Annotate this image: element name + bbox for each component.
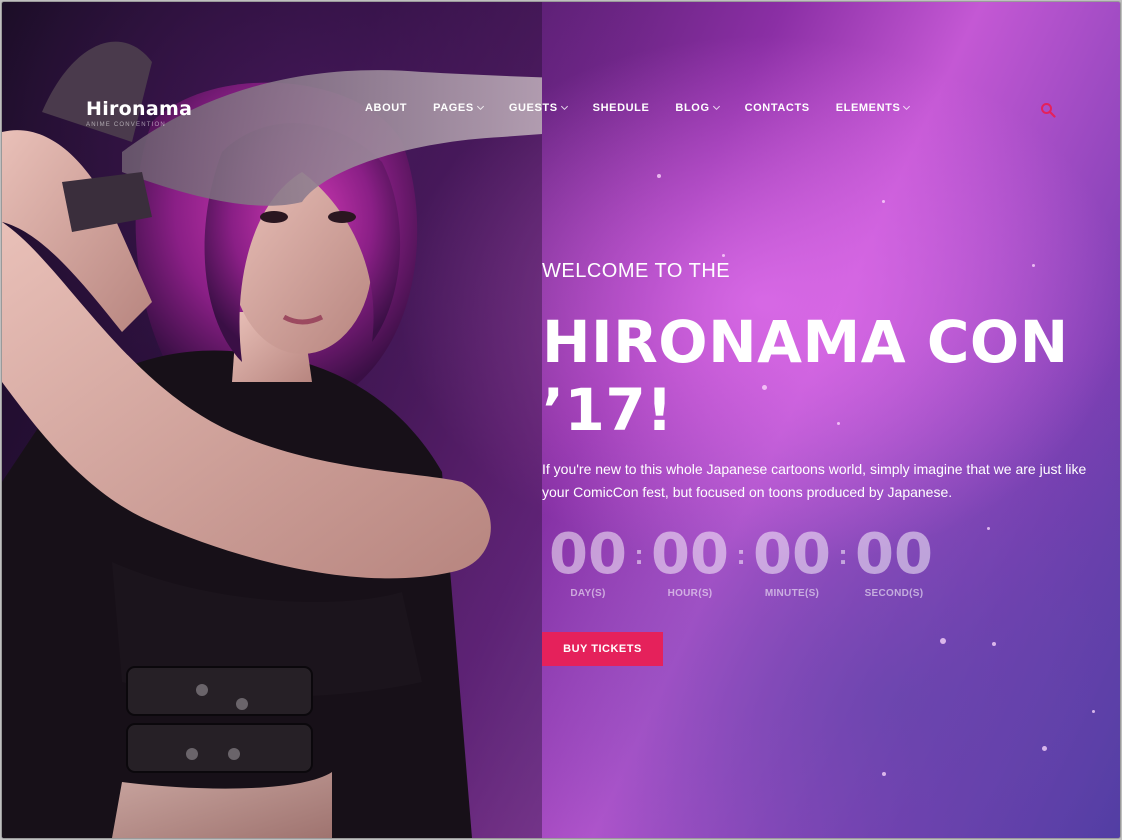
nav-item-label: ELEMENTS	[835, 102, 901, 114]
countdown-separator: :	[736, 539, 746, 570]
sparkle	[1042, 746, 1047, 751]
sparkle	[722, 254, 725, 257]
main-nav: ABOUT PAGES GUESTS SHEDULE BLOG CONTACTS…	[365, 102, 911, 114]
countdown-label: MINUTE(S)	[764, 588, 820, 599]
nav-item-elements[interactable]: ELEMENTS	[835, 102, 911, 114]
buy-tickets-button[interactable]: BUY TICKETS	[542, 632, 663, 666]
nav-item-contacts[interactable]: CONTACTS	[745, 102, 810, 114]
nav-item-label: ABOUT	[365, 102, 408, 114]
countdown-timer: 00 DAY(S) : 00 HOUR(S) : 00 MINUTE(S) : …	[542, 522, 940, 600]
sparkle	[657, 174, 661, 178]
hero-title-line2: ’17!	[542, 376, 674, 444]
hero-description: If you're new to this whole Japanese car…	[542, 461, 1087, 500]
countdown-value: 00	[651, 522, 729, 587]
hero-eyebrow: WELCOME TO THE	[542, 260, 731, 282]
nav-item-pages[interactable]: PAGES	[433, 102, 484, 114]
sparkle	[882, 772, 886, 776]
nav-item-shedule[interactable]: SHEDULE	[593, 102, 650, 114]
sparkle	[882, 200, 885, 203]
countdown-days: 00 DAY(S)	[542, 522, 634, 600]
sparkle	[987, 527, 990, 530]
countdown-value: 00	[855, 522, 933, 587]
brand-name: Hironama	[86, 98, 193, 120]
nav-item-about[interactable]: ABOUT	[365, 102, 407, 114]
hero-title-line1: HIRONAMA CON	[542, 308, 1069, 376]
sparkle	[992, 642, 996, 646]
nav-item-label: GUESTS	[508, 102, 558, 114]
nav-item-label: PAGES	[433, 102, 474, 114]
sparkle	[1032, 264, 1035, 267]
hero-section: Hironama ANIME CONVENTION ABOUT PAGES GU…	[1, 1, 1121, 839]
countdown-value: 00	[753, 522, 831, 587]
sparkle	[1092, 710, 1095, 713]
countdown-separator: :	[634, 539, 644, 570]
nav-item-label: SHEDULE	[592, 102, 650, 114]
nav-item-label: BLOG	[675, 102, 710, 114]
nav-item-label: CONTACTS	[744, 102, 810, 114]
hero-title: HIRONAMA CON ’17!	[542, 308, 1082, 444]
countdown-label: HOUR(S)	[667, 588, 713, 599]
hero-character-image	[2, 2, 542, 838]
nav-item-guests[interactable]: GUESTS	[508, 102, 568, 114]
countdown-minutes: 00 MINUTE(S)	[746, 522, 838, 600]
sparkle	[940, 638, 946, 644]
countdown-separator: :	[838, 539, 848, 570]
search-icon[interactable]	[1040, 102, 1056, 118]
chevron-down-icon	[560, 102, 568, 111]
chevron-down-icon	[476, 102, 484, 111]
countdown-seconds: 00 SECOND(S)	[848, 522, 940, 600]
countdown-label: SECOND(S)	[864, 588, 924, 599]
countdown-label: DAY(S)	[570, 588, 606, 599]
brand-tagline: ANIME CONVENTION	[86, 122, 166, 128]
countdown-value: 00	[549, 522, 627, 587]
chevron-down-icon	[903, 102, 911, 111]
chevron-down-icon	[712, 102, 720, 111]
countdown-hours: 00 HOUR(S)	[644, 522, 736, 600]
brand-logo[interactable]: Hironama ANIME CONVENTION	[86, 98, 192, 128]
nav-item-blog[interactable]: BLOG	[675, 102, 720, 114]
